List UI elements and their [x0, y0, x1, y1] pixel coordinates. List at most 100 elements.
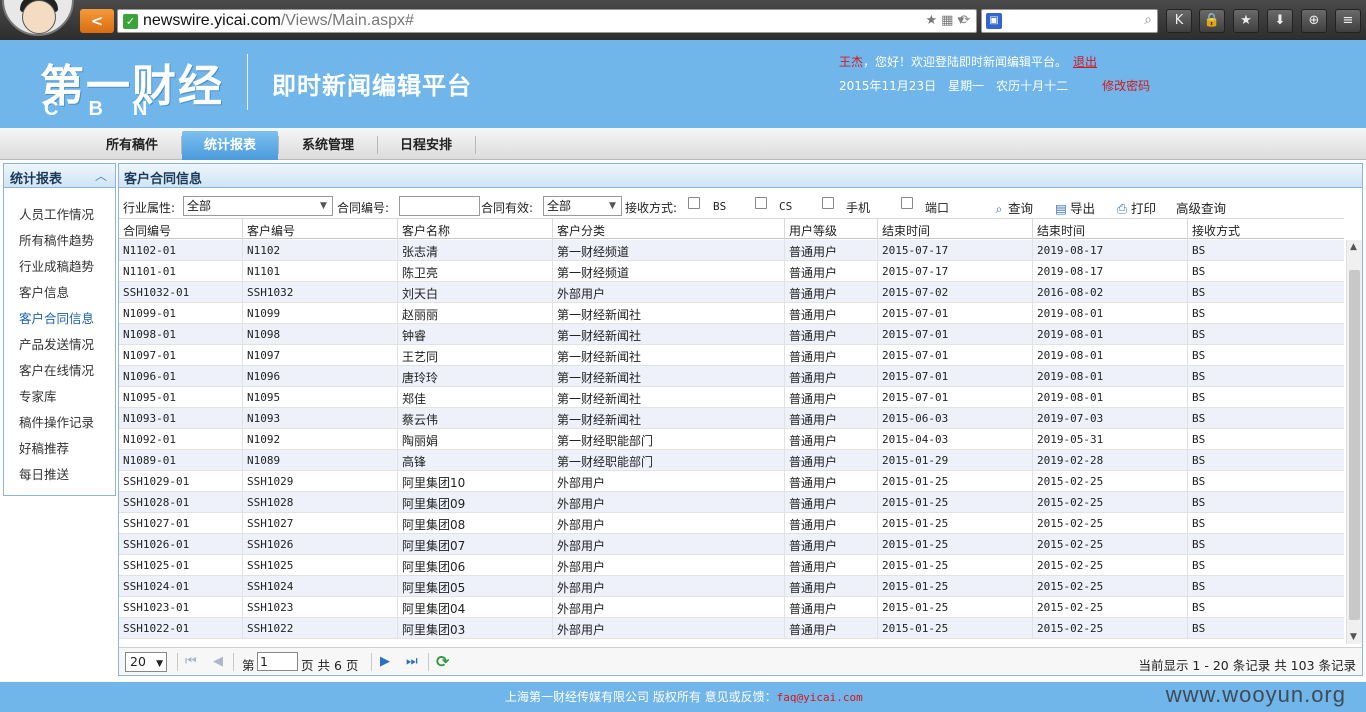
tab-system-management[interactable]: 系统管理	[280, 131, 376, 160]
sidebar-item-operation-log[interactable]: 稿件操作记录	[4, 410, 115, 436]
cell-end-time-1: 2015-01-25	[882, 475, 949, 488]
column-divider	[397, 471, 398, 491]
tab-statistics[interactable]: 统计报表	[182, 131, 278, 160]
table-row[interactable]: SSH1029-01 SSH1029 阿里集团10 外部用户 普通用户 2015-01-2…	[119, 471, 1344, 492]
table-row[interactable]: SSH1032-01 SSH1032 刘天白 外部用户 普通用户 2015-07-02 20…	[119, 282, 1344, 303]
tab-all-manuscripts[interactable]: 所有稿件	[84, 131, 180, 160]
sidebar-item-industry-trend[interactable]: 行业成稿趋势	[4, 254, 115, 280]
advanced-query-button[interactable]: 高级查询	[1176, 198, 1226, 217]
feedback-email-link[interactable]: faq@yicai.com	[777, 691, 863, 704]
search-engine-icon[interactable]: ▣	[986, 13, 1002, 29]
table-row[interactable]: N1097-01 N1097 王艺同 第一财经新闻社 普通用户 2015-07-01 201…	[119, 345, 1344, 366]
col-receive-method[interactable]: 接收方式	[1192, 222, 1240, 239]
col-end-time-1[interactable]: 结束时间	[882, 222, 930, 239]
col-end-time-2[interactable]: 结束时间	[1037, 222, 1085, 239]
column-divider	[1032, 282, 1033, 302]
table-row[interactable]: SSH1022-01 SSH1022 阿里集团03 外部用户 普通用户 2015-01-2…	[119, 618, 1344, 639]
cell-receive-method: BS	[1192, 559, 1206, 572]
sidebar-item-customer-info[interactable]: 客户信息	[4, 280, 115, 306]
kaspersky-icon[interactable]: K	[1166, 9, 1192, 33]
query-button[interactable]: ⌕ 查询	[992, 198, 1033, 217]
receive-cs-checkbox[interactable]	[755, 197, 767, 209]
prev-page-icon[interactable]: ◀	[213, 654, 223, 669]
last-page-icon[interactable]: ⏭	[406, 654, 418, 669]
lock-icon[interactable]: 🔒	[1199, 9, 1225, 33]
sidebar-item-experts[interactable]: 专家库	[4, 384, 115, 410]
cell-customer-name: 刘天白	[402, 287, 439, 301]
table-row[interactable]: N1089-01 N1089 高锋 第一财经职能部门 普通用户 2015-01-29 201…	[119, 450, 1344, 471]
cell-user-level: 普通用户	[789, 434, 838, 448]
cbn-logo: 第一财经 CBN	[40, 50, 226, 120]
table-row[interactable]: SSH1023-01 SSH1023 阿里集团04 外部用户 普通用户 2015-01-2…	[119, 597, 1344, 618]
contract-no-input[interactable]	[399, 196, 480, 216]
search-icon[interactable]: ⌕	[1144, 12, 1152, 28]
panel-title: 客户合同信息	[124, 172, 203, 187]
cell-receive-method: BS	[1192, 349, 1206, 362]
cell-end-time-1: 2015-06-03	[882, 412, 949, 425]
sidebar-item-customer-online[interactable]: 客户在线情况	[4, 358, 115, 384]
address-bar[interactable]: ✓ newswire.yicai.com/Views/Main.aspx# ★▦…	[117, 9, 977, 33]
menu-icon[interactable]: ≡	[1335, 9, 1361, 33]
column-divider	[397, 387, 398, 407]
receive-mobile-checkbox[interactable]	[822, 197, 834, 209]
change-password-link[interactable]: 修改密码	[1102, 79, 1150, 93]
table-row[interactable]: N1098-01 N1098 钟睿 第一财经新闻社 普通用户 2015-07-01 2019…	[119, 324, 1344, 345]
table-row[interactable]: SSH1025-01 SSH1025 阿里集团06 外部用户 普通用户 2015-01-2…	[119, 555, 1344, 576]
table-row[interactable]: SSH1027-01 SSH1027 阿里集团08 外部用户 普通用户 2015-01-2…	[119, 513, 1344, 534]
sidebar-item-daily-push[interactable]: 每日推送	[4, 462, 115, 488]
scroll-thumb[interactable]	[1349, 270, 1360, 620]
cell-end-time-1: 2015-01-25	[882, 517, 949, 530]
table-row[interactable]: N1102-01 N1102 张志清 第一财经频道 普通用户 2015-07-17 2019…	[119, 240, 1344, 261]
first-page-icon[interactable]: ⏮	[185, 654, 197, 669]
url-host: newswire.yicai.com	[143, 12, 281, 29]
collapse-chevron-icon[interactable]: ︿	[95, 167, 107, 184]
cell-contract-no: N1098-01	[123, 328, 176, 341]
print-button[interactable]: ⎙ 打印	[1115, 198, 1156, 217]
column-divider	[784, 324, 785, 344]
export-button[interactable]: ▤ 导出	[1054, 198, 1095, 217]
sidebar-item-customer-contracts[interactable]: 客户合同信息	[4, 306, 115, 332]
table-row[interactable]: N1099-01 N1099 赵丽丽 第一财经新闻社 普通用户 2015-07-01 201…	[119, 303, 1344, 324]
col-customer-no[interactable]: 客户编号	[247, 222, 295, 239]
cell-contract-no: N1101-01	[123, 265, 176, 278]
reload-icon[interactable]: ⟳	[956, 10, 974, 32]
col-customer-category[interactable]: 客户分类	[557, 222, 605, 239]
col-user-level[interactable]: 用户等级	[789, 222, 837, 239]
welcome-text: ，您好！欢迎登陆即时新闻编辑平台。	[863, 55, 1068, 69]
table-row[interactable]: N1095-01 N1095 郑佳 第一财经新闻社 普通用户 2015-07-01 2019…	[119, 387, 1344, 408]
scroll-down-icon[interactable]: ▼	[1350, 632, 1357, 642]
table-row[interactable]: N1096-01 N1096 唐玲玲 第一财经新闻社 普通用户 2015-07-01 201…	[119, 366, 1344, 387]
sidebar-item-manuscript-trend[interactable]: 所有稿件趋势	[4, 228, 115, 254]
table-row[interactable]: N1101-01 N1101 陈卫亮 第一财经频道 普通用户 2015-07-17 2019…	[119, 261, 1344, 282]
table-row[interactable]: SSH1024-01 SSH1024 阿里集团05 外部用户 普通用户 2015-01-2…	[119, 576, 1344, 597]
sidebar-item-product-delivery[interactable]: 产品发送情况	[4, 332, 115, 358]
col-customer-name[interactable]: 客户名称	[402, 222, 450, 239]
download-icon[interactable]: ⬇	[1267, 9, 1293, 33]
bookmark-icon[interactable]: ★	[1233, 9, 1259, 33]
page-size-select[interactable]: 20 ▼	[125, 652, 167, 672]
industry-select[interactable]: 全部 ▼	[183, 196, 333, 216]
table-row[interactable]: SSH1028-01 SSH1028 阿里集团09 外部用户 普通用户 2015-01-2…	[119, 492, 1344, 513]
back-button[interactable]: <	[80, 9, 114, 33]
table-row[interactable]: N1092-01 N1092 陶丽娟 第一财经职能部门 普通用户 2015-04-03 20…	[119, 429, 1344, 450]
page-number-input[interactable]: 1	[257, 652, 298, 671]
profile-avatar[interactable]	[2, 0, 74, 36]
table-row[interactable]: N1093-01 N1093 蔡云伟 第一财经新闻社 普通用户 2015-06-03 201…	[119, 408, 1344, 429]
next-page-icon[interactable]: ▶	[380, 654, 390, 669]
contract-valid-select[interactable]: 全部 ▼	[543, 196, 622, 216]
logout-link[interactable]: 退出	[1073, 55, 1097, 69]
browser-search-box[interactable]: ▣ ⌕	[981, 9, 1158, 33]
tab-schedule[interactable]: 日程安排	[378, 131, 474, 160]
receive-bs-checkbox[interactable]	[688, 197, 700, 209]
sidebar-item-recommended[interactable]: 好稿推荐	[4, 436, 115, 462]
gamepad-icon[interactable]: ⊕	[1301, 9, 1327, 33]
table-scrollbar[interactable]: ▲ ▼	[1346, 240, 1362, 644]
col-contract-no[interactable]: 合同编号	[123, 222, 171, 239]
table-row[interactable]: SSH1026-01 SSH1026 阿里集团07 外部用户 普通用户 2015-01-2…	[119, 534, 1344, 555]
scroll-up-icon[interactable]: ▲	[1350, 242, 1357, 252]
column-divider	[784, 282, 785, 302]
cell-contract-no: SSH1022-01	[123, 622, 190, 635]
refresh-icon[interactable]: ⟳	[436, 652, 449, 671]
sidebar-item-staff-work[interactable]: 人员工作情况	[4, 202, 115, 228]
receive-port-checkbox[interactable]	[901, 197, 913, 209]
